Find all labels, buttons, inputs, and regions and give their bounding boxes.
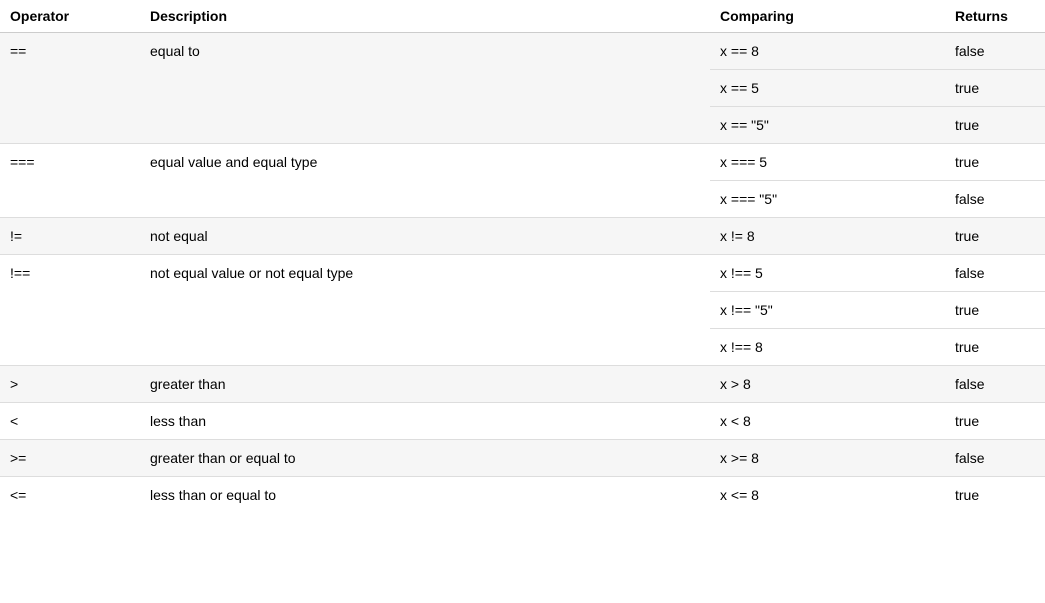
operator-cell: === xyxy=(0,144,140,180)
examples-table: x <= 8true xyxy=(710,477,1045,513)
table-row: ==equal tox == 8falsex == 5truex == "5"t… xyxy=(0,33,1045,144)
operator-cell: < xyxy=(0,403,140,439)
example-row: x !== 5false xyxy=(710,255,1045,292)
table-row: <=less than or equal tox <= 8true xyxy=(0,477,1045,514)
returns-cell: true xyxy=(945,329,1045,366)
examples-table: x != 8true xyxy=(710,218,1045,254)
description-cell: equal value and equal type xyxy=(140,144,710,180)
example-row: x <= 8true xyxy=(710,477,1045,513)
comparing-cell: x !== "5" xyxy=(710,292,945,329)
comparing-cell: x == 8 xyxy=(710,33,945,70)
header-returns: Returns xyxy=(945,0,1045,33)
examples-table: x == 8falsex == 5truex == "5"true xyxy=(710,33,1045,143)
returns-cell: true xyxy=(945,292,1045,329)
example-row: x > 8false xyxy=(710,366,1045,402)
comparing-cell: x !== 8 xyxy=(710,329,945,366)
examples-table: x < 8true xyxy=(710,403,1045,439)
example-row: x == 8false xyxy=(710,33,1045,70)
comparing-cell: x == 5 xyxy=(710,70,945,107)
description-cell: equal to xyxy=(140,33,710,69)
table-row: !=not equalx != 8true xyxy=(0,218,1045,255)
operator-cell: >= xyxy=(0,440,140,476)
table-row: <less thanx < 8true xyxy=(0,403,1045,440)
operator-cell: > xyxy=(0,366,140,402)
returns-cell: false xyxy=(945,33,1045,70)
examples-table: x >= 8false xyxy=(710,440,1045,476)
table-row: !==not equal value or not equal typex !=… xyxy=(0,255,1045,366)
returns-cell: true xyxy=(945,477,1045,513)
operator-cell: !== xyxy=(0,255,140,291)
returns-cell: true xyxy=(945,107,1045,144)
example-row: x >= 8false xyxy=(710,440,1045,476)
examples-table: x !== 5falsex !== "5"truex !== 8true xyxy=(710,255,1045,365)
operator-cell: == xyxy=(0,33,140,69)
example-row: x === "5"false xyxy=(710,181,1045,218)
returns-cell: false xyxy=(945,255,1045,292)
comparing-cell: x == "5" xyxy=(710,107,945,144)
returns-cell: true xyxy=(945,70,1045,107)
example-row: x == 5true xyxy=(710,70,1045,107)
comparing-cell: x != 8 xyxy=(710,218,945,254)
header-comparing: Comparing xyxy=(710,0,945,33)
operator-cell: != xyxy=(0,218,140,254)
comparing-cell: x < 8 xyxy=(710,403,945,439)
description-cell: greater than xyxy=(140,366,710,402)
returns-cell: false xyxy=(945,181,1045,218)
examples-table: x > 8false xyxy=(710,366,1045,402)
returns-cell: false xyxy=(945,366,1045,402)
comparing-cell: x >= 8 xyxy=(710,440,945,476)
description-cell: not equal xyxy=(140,218,710,254)
example-row: x !== "5"true xyxy=(710,292,1045,329)
header-operator: Operator xyxy=(0,0,140,33)
comparing-cell: x === 5 xyxy=(710,144,945,181)
comparing-cell: x <= 8 xyxy=(710,477,945,513)
operator-table: Operator Description Comparing Returns =… xyxy=(0,0,1045,513)
header-description: Description xyxy=(140,0,710,33)
example-row: x < 8true xyxy=(710,403,1045,439)
comparing-cell: x > 8 xyxy=(710,366,945,402)
example-row: x !== 8true xyxy=(710,329,1045,366)
table-row: >greater thanx > 8false xyxy=(0,366,1045,403)
description-cell: greater than or equal to xyxy=(140,440,710,476)
returns-cell: true xyxy=(945,144,1045,181)
operator-cell: <= xyxy=(0,477,140,513)
table-row: ===equal value and equal typex === 5true… xyxy=(0,144,1045,218)
description-cell: not equal value or not equal type xyxy=(140,255,710,291)
examples-table: x === 5truex === "5"false xyxy=(710,144,1045,217)
comparing-cell: x === "5" xyxy=(710,181,945,218)
table-row: >=greater than or equal tox >= 8false xyxy=(0,440,1045,477)
example-row: x === 5true xyxy=(710,144,1045,181)
description-cell: less than xyxy=(140,403,710,439)
comparing-cell: x !== 5 xyxy=(710,255,945,292)
example-row: x == "5"true xyxy=(710,107,1045,144)
description-cell: less than or equal to xyxy=(140,477,710,513)
returns-cell: false xyxy=(945,440,1045,476)
returns-cell: true xyxy=(945,218,1045,254)
example-row: x != 8true xyxy=(710,218,1045,254)
returns-cell: true xyxy=(945,403,1045,439)
